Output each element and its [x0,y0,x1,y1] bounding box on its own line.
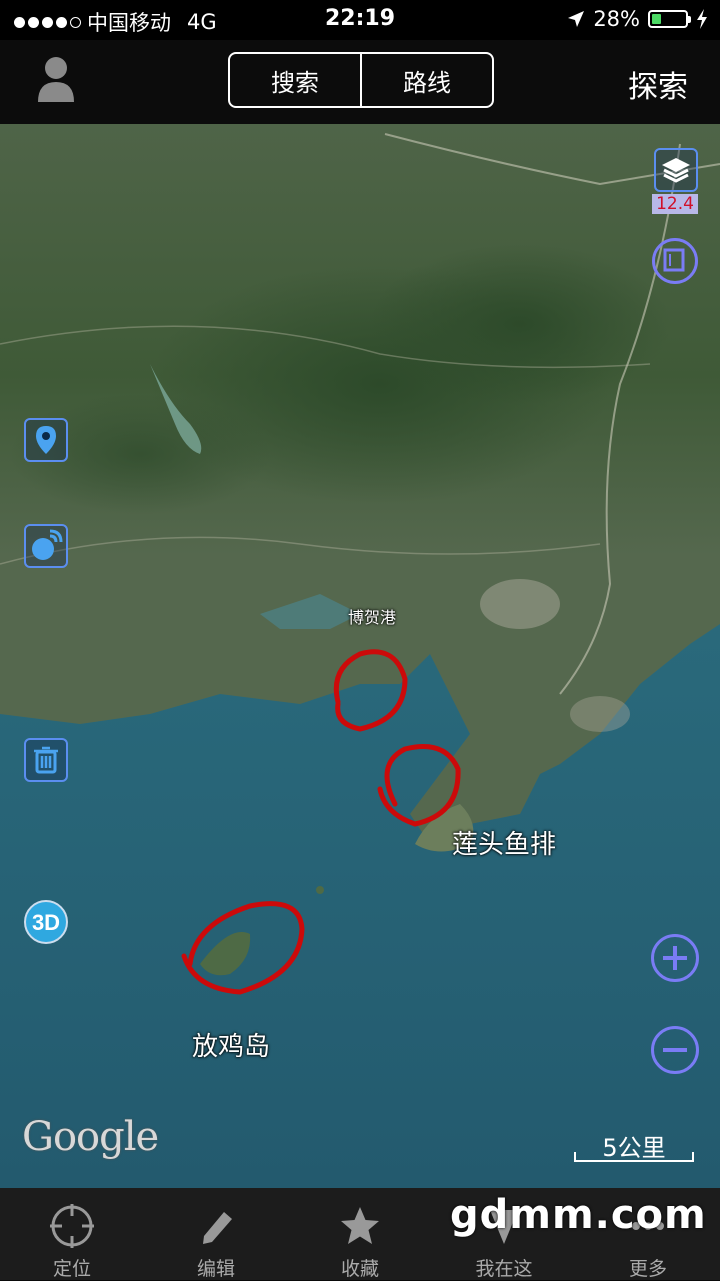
plus-icon [663,946,687,970]
nav-bar: 搜索 路线 探索 [0,40,720,124]
tab-label: 我在这 [475,1258,533,1280]
satellite-dish-icon [32,529,63,560]
zoom-in-button[interactable] [651,934,699,982]
satellite-map[interactable]: 博贺港 莲头鱼排 放鸡岛 12.4 3D Google 5公里 [0,124,720,1188]
satellite-imagery [0,124,720,1188]
tab-label: 收藏 [340,1258,379,1280]
battery-percent: 28% [593,7,640,31]
tab-locate[interactable]: 定位 [0,1188,144,1280]
layers-icon [662,158,690,183]
tab-edit[interactable]: 编辑 [144,1188,288,1280]
charging-bolt-icon [697,9,707,29]
search-route-segment: 搜索 路线 [228,52,494,108]
watermark: gdmm.com [450,1192,707,1238]
pencil-icon [203,1212,232,1244]
delete-button[interactable] [24,738,68,782]
battery-icon [648,10,691,28]
crosshair-icon [50,1204,94,1248]
ruler-square-icon [663,248,685,272]
search-tab[interactable]: 搜索 [230,54,360,106]
tab-label: 更多 [628,1258,667,1280]
map-label-port: 博贺港 [348,608,397,627]
svg-text:3D: 3D [32,910,60,935]
zoom-level-badge: 12.4 [652,194,698,214]
minus-icon [663,1048,687,1052]
3d-icon: 3D [24,900,68,944]
star-icon [341,1207,379,1244]
route-tab[interactable]: 路线 [360,54,492,106]
measure-button[interactable] [652,238,698,284]
zoom-out-button[interactable] [651,1026,699,1074]
layers-button[interactable] [654,148,698,192]
tab-label: 定位 [52,1258,91,1280]
status-bar: 中国移动 4G 22:19 28% [0,0,720,40]
map-label-island: 放鸡岛 [192,1032,271,1062]
map-label-fish-raft: 莲头鱼排 [452,830,557,860]
3d-toggle-button[interactable]: 3D [22,898,70,946]
trash-icon [34,746,58,774]
google-logo: Google [22,1114,159,1160]
scale-ruler [574,1152,694,1162]
place-marker-button[interactable] [24,418,68,462]
location-services-icon [568,11,585,27]
explore-button[interactable]: 探索 [628,62,688,106]
tab-favorites[interactable]: 收藏 [288,1188,432,1280]
radar-button[interactable] [24,524,68,568]
user-avatar-icon[interactable] [36,54,76,102]
map-pin-icon [36,426,56,454]
scale-bar: 5公里 [572,1124,696,1164]
tab-label: 编辑 [196,1258,235,1280]
